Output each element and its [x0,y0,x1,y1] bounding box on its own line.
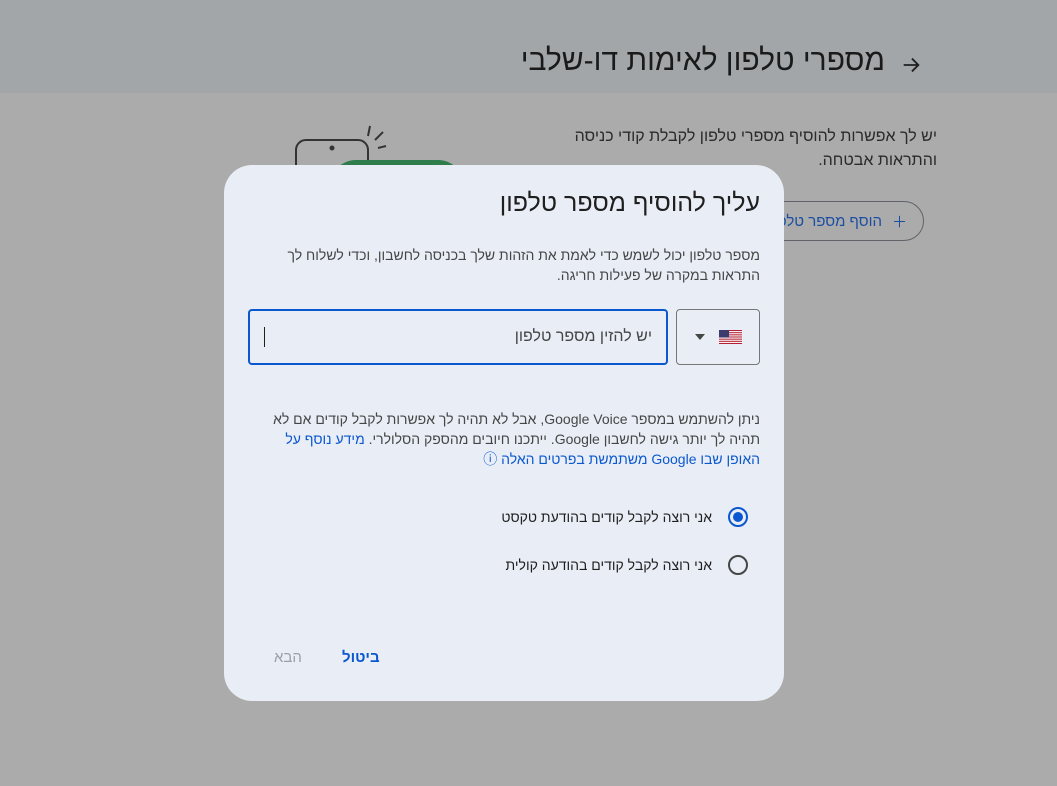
dropdown-arrow-icon [694,334,705,340]
dialog-title: עליך להוסיף מספר טלפון [499,189,760,217]
radio-option-voice[interactable]: אני רוצה לקבל קודים בהודעה קולית [505,553,748,577]
add-phone-dialog: עליך להוסיף מספר טלפון מספר טלפון יכול ל… [224,165,784,701]
dialog-description: מספר טלפון יכול לשמש כדי לאמת את הזהות ש… [287,247,760,283]
radio-voice-label: אני רוצה לקבל קודים בהודעה קולית [505,557,713,573]
add-phone-label: הוסף מספר טלפון [769,212,882,230]
page-title: מספרי טלפון לאימות דו-שלבי [520,44,885,77]
phone-number-input[interactable] [264,328,652,346]
radio-text-label: אני רוצה לקבל קודים בהודעת טקסט [501,509,712,525]
google-voice-note: ניתן להשתמש במספר Google Voice, אבל לא ת… [260,409,760,469]
cancel-button[interactable]: ביטול [342,645,380,669]
text-caret [264,327,265,347]
add-phone-button[interactable]: ＋ הוסף מספר טלפון [760,201,924,241]
next-button[interactable]: הבא [274,645,302,669]
phone-number-field[interactable] [248,309,668,365]
top-bar: מספרי טלפון לאימות דו-שלבי [0,0,1057,93]
us-flag-icon [718,330,742,344]
back-arrow-icon[interactable] [896,50,926,80]
radio-text-selected[interactable] [728,507,748,527]
info-icon: ⓘ [483,451,498,467]
plus-icon: ＋ [891,213,907,231]
radio-option-text[interactable]: אני רוצה לקבל קודים בהודעת טקסט [501,505,748,529]
country-code-select[interactable] [676,309,760,365]
radio-voice-unselected[interactable] [728,555,748,575]
